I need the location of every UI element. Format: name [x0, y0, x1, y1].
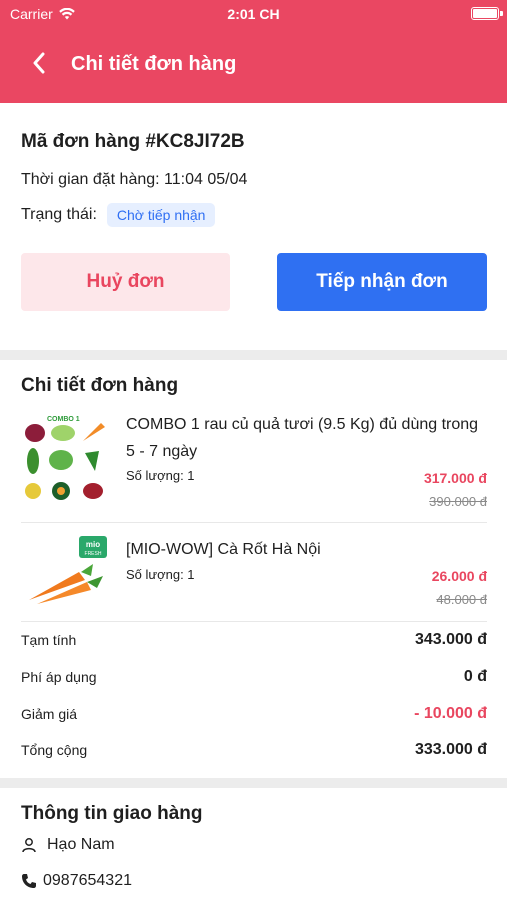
phone-row: 0987654321	[21, 872, 132, 890]
section-divider	[0, 778, 507, 788]
product-image[interactable]: mio FRESH	[21, 534, 109, 610]
delivery-title: Thông tin giao hàng	[21, 803, 203, 824]
section-divider	[0, 350, 507, 360]
chevron-left-icon	[33, 52, 45, 74]
subtotal-row: Tạm tính 343.000 đ	[21, 628, 487, 652]
product-image[interactable]: COMBO 1	[21, 413, 109, 503]
clock: 2:01 CH	[227, 6, 280, 22]
combo-image-label: COMBO 1	[47, 416, 80, 423]
carrot-image: mio FRESH	[21, 534, 109, 610]
user-icon	[22, 838, 36, 853]
accept-order-button[interactable]: Tiếp nhận đơn	[277, 253, 487, 311]
item-divider	[21, 522, 487, 523]
vegetable-combo-image: COMBO 1	[21, 413, 109, 503]
discount-row: Giảm giá - 10.000 đ	[21, 702, 487, 726]
product-quantity: Số lượng: 1	[126, 567, 195, 582]
product-old-price: 48.000 đ	[436, 592, 487, 607]
recipient-row: Hạo Nam	[21, 836, 115, 854]
page-title: Chi tiết đơn hàng	[71, 53, 237, 75]
phone-icon	[22, 874, 36, 888]
brand-image-label: mio	[86, 540, 100, 549]
product-price: 26.000 đ	[431, 568, 487, 584]
summary-value: 343.000 đ	[414, 631, 487, 648]
order-time: Thời gian đặt hàng: 11:04 05/04	[21, 171, 248, 188]
product-name[interactable]: COMBO 1 rau củ quả tươi (9.5 Kg) đủ dùng…	[126, 411, 486, 465]
nav-bar: Chi tiết đơn hàng	[0, 30, 507, 103]
summary-value: 0 đ	[463, 668, 487, 685]
details-title: Chi tiết đơn hàng	[21, 375, 179, 396]
summary-label: Tạm tính	[21, 632, 77, 648]
battery-icon	[471, 7, 499, 20]
status-badge: Chờ tiếp nhận	[106, 203, 216, 227]
fee-row: Phí áp dụng 0 đ	[21, 665, 487, 689]
summary-label: Giảm giá	[21, 706, 78, 722]
item-divider	[21, 621, 487, 622]
summary-value: - 10.000 đ	[414, 705, 487, 722]
product-quantity: Số lượng: 1	[126, 468, 195, 483]
summary-label: Tổng cộng	[21, 742, 88, 758]
recipient-phone[interactable]: 0987654321	[43, 872, 132, 890]
brand-image-sublabel: FRESH	[85, 551, 102, 557]
status-bar: Carrier 2:01 CH	[0, 0, 507, 30]
product-old-price: 390.000 đ	[429, 494, 487, 509]
summary-label: Phí áp dụng	[21, 669, 97, 685]
product-price: 317.000 đ	[423, 470, 487, 486]
back-button[interactable]	[24, 48, 54, 78]
cancel-order-button[interactable]: Huỷ đơn	[21, 253, 230, 311]
header: Carrier 2:01 CH Chi tiết đơn hàng	[0, 0, 507, 103]
order-code: Mã đơn hàng #KC8JI72B	[21, 131, 245, 152]
total-row: Tổng cộng 333.000 đ	[21, 738, 487, 762]
summary-value: 333.000 đ	[414, 741, 487, 758]
status-row: Trạng thái: Chờ tiếp nhận	[21, 202, 216, 228]
recipient-name: Hạo Nam	[47, 836, 115, 853]
status-label: Trạng thái:	[21, 206, 97, 223]
battery-tip	[500, 11, 503, 16]
product-name[interactable]: [MIO-WOW] Cà Rốt Hà Nội	[126, 536, 486, 563]
